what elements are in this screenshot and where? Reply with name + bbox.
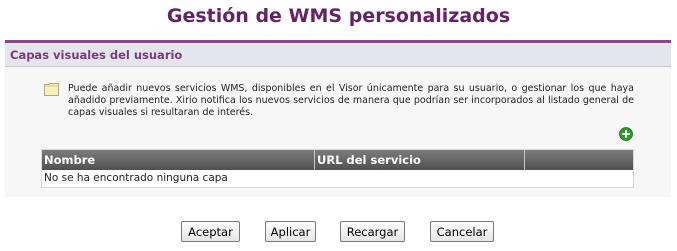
reload-button[interactable]: Recargar — [340, 221, 405, 242]
empty-message: No se ha encontrado ninguna capa — [44, 172, 228, 184]
page-title: Gestión de WMS personalizados — [166, 5, 511, 27]
column-header-url[interactable]: URL del servicio — [315, 150, 525, 170]
add-icon[interactable] — [619, 127, 633, 141]
cancel-button[interactable]: Cancelar — [430, 221, 494, 242]
column-header-actions — [525, 150, 633, 170]
info-text: Puede añadir nuevos servicios WMS, dispo… — [68, 83, 634, 118]
note-icon — [44, 83, 59, 96]
column-header-name[interactable]: Nombre — [42, 150, 315, 170]
apply-button[interactable]: Aplicar — [265, 221, 316, 242]
accept-button[interactable]: Aceptar — [181, 221, 240, 242]
user-layers-panel: Capas visuales del usuario Puede añadir … — [5, 40, 671, 197]
layers-table: Nombre URL del servicio No se ha encontr… — [41, 149, 634, 188]
table-header: Nombre URL del servicio — [42, 150, 633, 170]
panel-header: Capas visuales del usuario — [5, 43, 671, 67]
